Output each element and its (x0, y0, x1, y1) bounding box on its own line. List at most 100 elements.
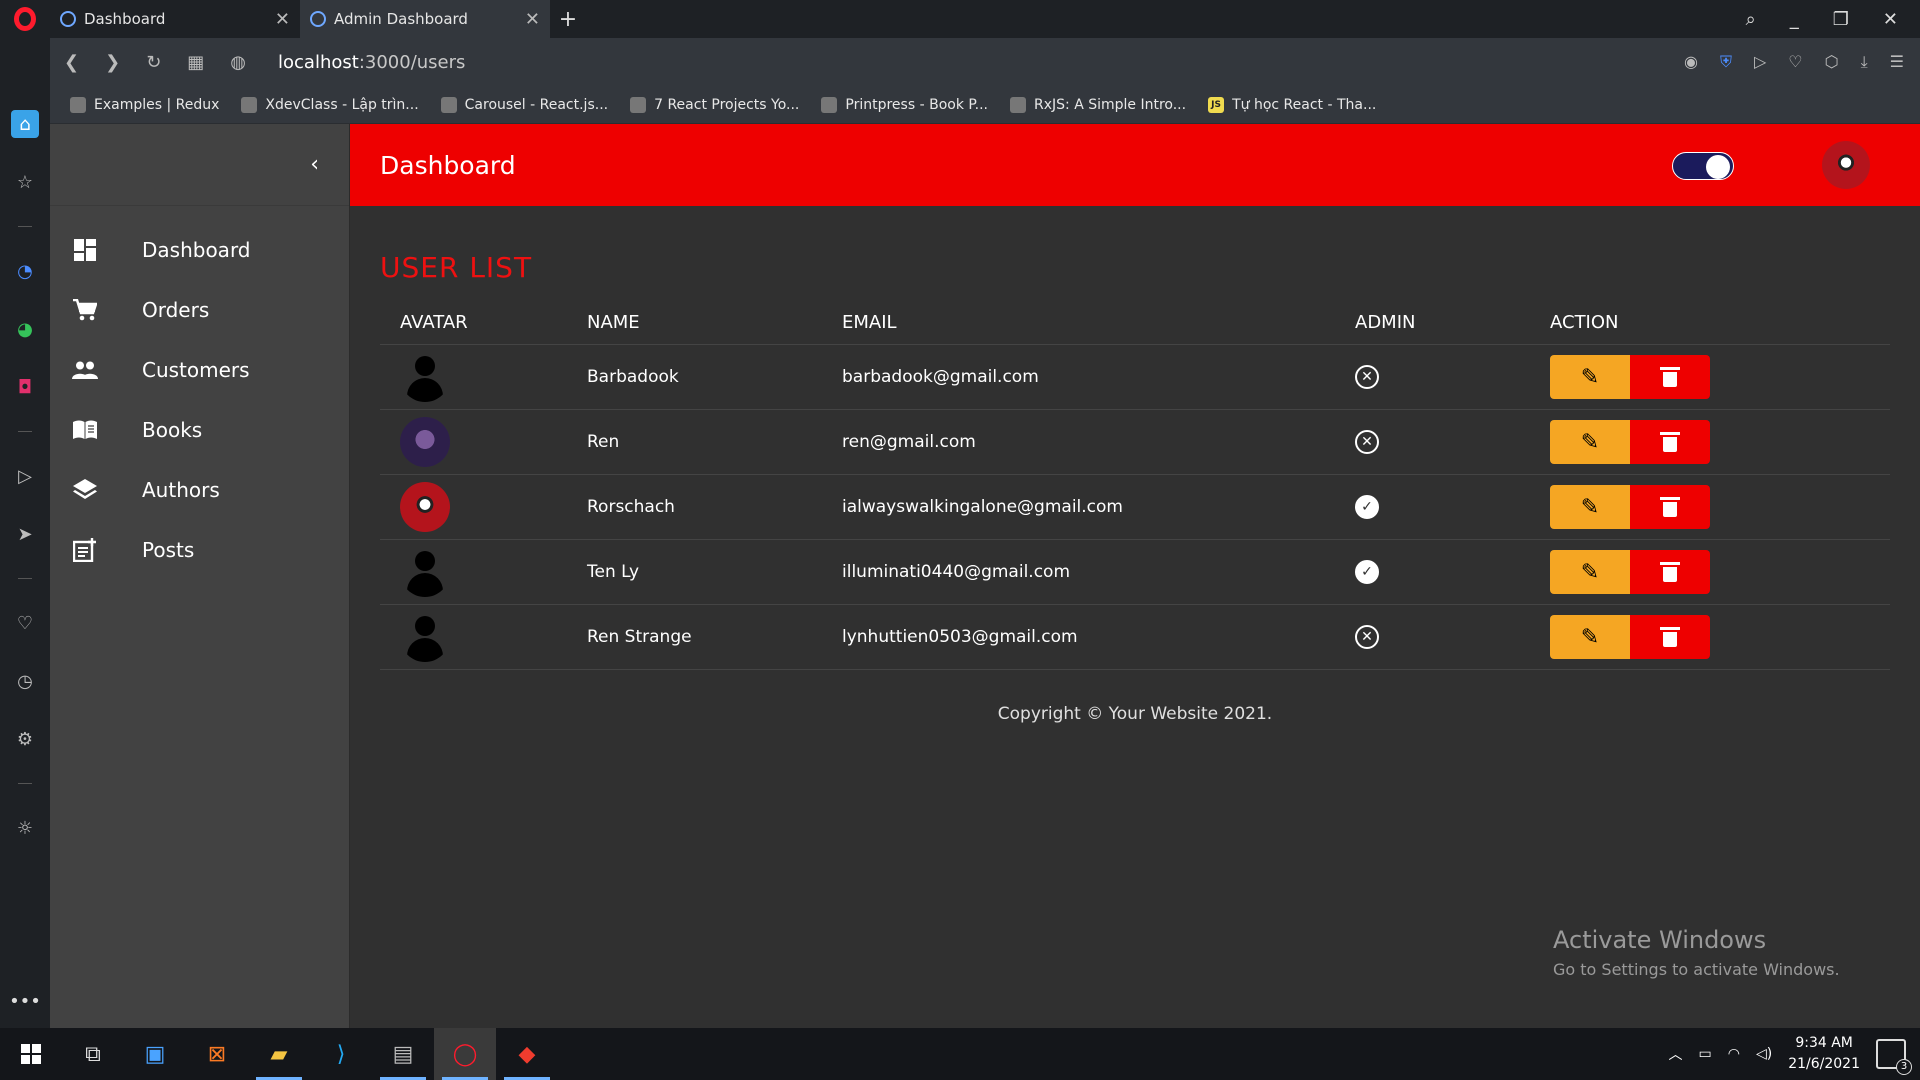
sidebar-item-dashboard[interactable]: Dashboard (50, 220, 349, 280)
sidebar-item-label: Customers (142, 358, 250, 382)
messenger-icon[interactable]: ◔ (11, 257, 39, 285)
more-icon[interactable]: ••• (9, 991, 41, 1012)
bookmark-item[interactable]: 7 React Projects Yo... (630, 96, 800, 113)
close-window-icon[interactable]: ✕ (1883, 9, 1898, 30)
theme-toggle[interactable] (1672, 152, 1734, 180)
vpn-shield-icon[interactable]: ⛨ (1720, 52, 1732, 72)
easy-setup-icon[interactable]: ☰ (1890, 52, 1904, 72)
window-controls: ⌕ _ ❐ ✕ (1746, 9, 1920, 30)
watermark-subtitle: Go to Settings to activate Windows. (1553, 960, 1840, 979)
table-row: Barbadook barbadook@gmail.com ✕ ✎ (380, 345, 1890, 410)
xampp-icon[interactable]: ⊠ (186, 1028, 248, 1080)
delete-button[interactable] (1630, 420, 1710, 464)
sidebar-item-books[interactable]: Books (50, 400, 349, 460)
activate-windows-watermark: Activate Windows Go to Settings to activ… (1553, 926, 1840, 979)
tab-dashboard[interactable]: Dashboard ✕ (50, 0, 300, 38)
heart-icon[interactable]: ♡ (11, 609, 39, 637)
opera-menu-button[interactable] (0, 0, 50, 38)
bookmark-item[interactable]: XdevClass - Lập trìn... (241, 96, 419, 113)
action-cell: ✎ (1550, 550, 1890, 594)
send-icon[interactable]: ▷ (1754, 52, 1766, 72)
bookmark-item[interactable]: Printpress - Book P... (821, 96, 988, 113)
bookmark-item[interactable]: Examples | Redux (70, 96, 219, 113)
redux-icon (70, 96, 86, 113)
notification-center-icon[interactable]: 3 (1876, 1039, 1912, 1075)
sidebar-item-orders[interactable]: Orders (50, 280, 349, 340)
delete-button[interactable] (1630, 550, 1710, 594)
bookmark-label: 7 React Projects Yo... (654, 96, 800, 113)
scanner-app-icon[interactable]: ▤ (372, 1028, 434, 1080)
camera-icon[interactable]: ◉ (1684, 52, 1698, 72)
back-icon[interactable]: ❮ (64, 52, 79, 73)
cube-icon[interactable]: ⬡ (1825, 52, 1839, 72)
address-bar: ❮ ❯ ↻ ▦ ◍ localhost:3000/users ◉ ⛨ ▷ ♡ ⬡… (50, 38, 1920, 86)
sidebar-item-posts[interactable]: Posts (50, 520, 349, 580)
star-icon[interactable]: ☆ (11, 168, 39, 196)
forward-icon[interactable]: ❯ (105, 52, 120, 73)
file-explorer-icon[interactable]: ▰ (248, 1028, 310, 1080)
reload-icon[interactable]: ↻ (146, 52, 161, 73)
tab-close-icon[interactable]: ✕ (525, 9, 540, 30)
user-avatar[interactable] (1822, 141, 1870, 189)
control-panel-icon[interactable]: ▣ (124, 1028, 186, 1080)
tab-grid-icon[interactable]: ▦ (187, 52, 204, 73)
new-tab-button[interactable]: + (550, 7, 586, 32)
edit-button[interactable]: ✎ (1550, 420, 1630, 464)
whatsapp-icon[interactable]: ◕ (11, 315, 39, 343)
bookmark-label: Printpress - Book P... (845, 96, 988, 113)
js-icon: JS (1208, 96, 1225, 113)
search-tabs-icon[interactable]: ⌕ (1746, 9, 1756, 30)
bookmark-item[interactable]: Carousel - React.js... (440, 96, 609, 113)
chevron-up-icon[interactable]: ︿ (1669, 1044, 1683, 1064)
flow-icon[interactable]: ➤ (11, 520, 39, 548)
edit-button[interactable]: ✎ (1550, 355, 1630, 399)
tab-close-icon[interactable]: ✕ (275, 9, 290, 30)
trash-lid (1660, 627, 1680, 630)
avatar-cell (380, 352, 587, 402)
download-icon[interactable]: ⤓ (1861, 52, 1868, 72)
sidebar-nav: Dashboard Orders Customers Books Authors (50, 206, 349, 580)
git-icon[interactable]: ◆ (496, 1028, 558, 1080)
delete-button[interactable] (1630, 615, 1710, 659)
sidebar-item-label: Orders (142, 298, 210, 322)
instagram-icon[interactable]: ◘ (11, 373, 39, 401)
settings-icon[interactable]: ⚙ (11, 725, 39, 753)
clock[interactable]: 9:34 AM 21/6/2021 (1788, 1033, 1860, 1075)
bookmark-label: Carousel - React.js... (464, 96, 609, 113)
avatar-head (415, 551, 435, 571)
action-cell: ✎ (1550, 485, 1890, 529)
battery-icon[interactable]: ▭ (1699, 1046, 1712, 1062)
player-icon[interactable]: ▷ (11, 462, 39, 490)
vscode-icon[interactable]: ⟩ (310, 1028, 372, 1080)
edit-button[interactable]: ✎ (1550, 550, 1630, 594)
history-icon[interactable]: ◷ (11, 667, 39, 695)
minimize-icon[interactable]: _ (1790, 9, 1799, 30)
tab-admin-dashboard[interactable]: Admin Dashboard ✕ (300, 0, 550, 38)
edit-button[interactable]: ✎ (1550, 615, 1630, 659)
react-favicon-icon (310, 11, 326, 27)
edit-button[interactable]: ✎ (1550, 485, 1630, 529)
avatar-head (415, 356, 435, 376)
start-button[interactable] (0, 1028, 62, 1080)
bookmark-item[interactable]: RxJS: A Simple Intro... (1010, 96, 1186, 113)
wifi-icon[interactable]: ◠ (1728, 1046, 1740, 1062)
delete-button[interactable] (1630, 355, 1710, 399)
restore-icon[interactable]: ❐ (1833, 9, 1849, 30)
collapse-sidebar-icon[interactable]: ‹ (310, 152, 319, 177)
volume-icon[interactable]: ◁) (1756, 1046, 1772, 1062)
book-icon (72, 417, 98, 443)
delete-button[interactable] (1630, 485, 1710, 529)
user-email: illuminati0440@gmail.com (842, 562, 1070, 582)
tips-bulb-icon[interactable]: ☼ (11, 814, 39, 842)
url-field[interactable]: localhost:3000/users (278, 52, 465, 73)
sidebar-item-customers[interactable]: Customers (50, 340, 349, 400)
sidebar-item-authors[interactable]: Authors (50, 460, 349, 520)
heart-icon[interactable]: ♡ (1788, 52, 1802, 72)
check-circle-icon: ✓ (1355, 560, 1379, 584)
trash-icon (1660, 497, 1680, 517)
angular-icon (630, 96, 647, 113)
opera-taskbar-icon[interactable]: ◯ (434, 1028, 496, 1080)
bookmark-item[interactable]: JS Tự học React - Tha... (1208, 96, 1376, 113)
home-icon[interactable]: ⌂ (11, 110, 39, 138)
task-view-icon[interactable]: ⧉ (62, 1028, 124, 1080)
